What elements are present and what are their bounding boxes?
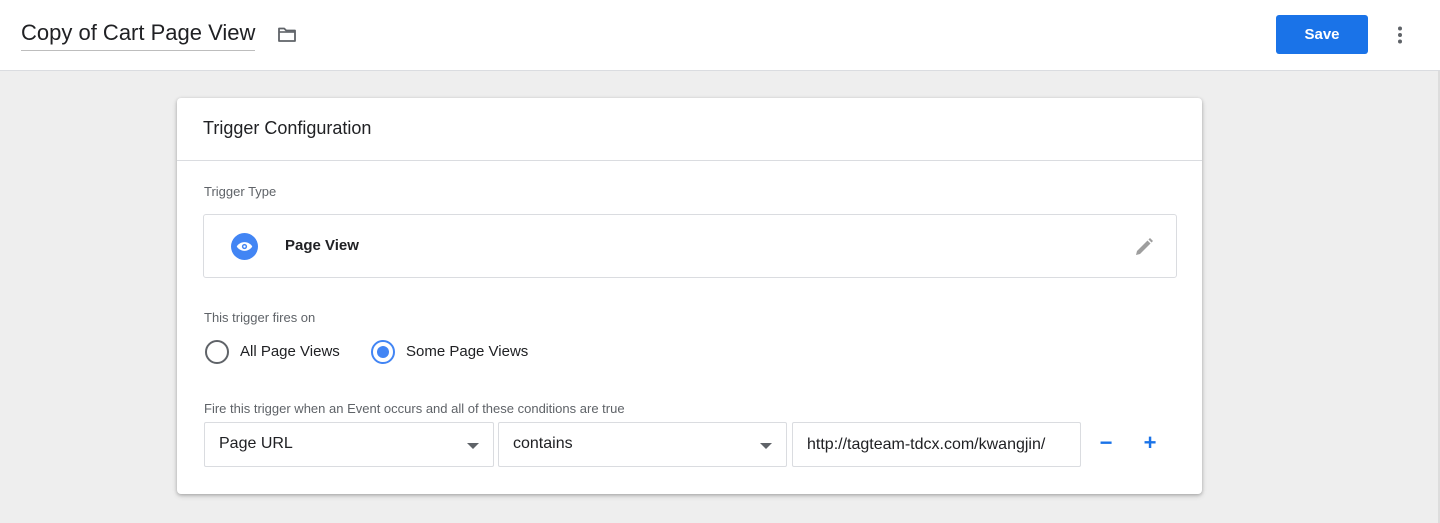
eye-icon bbox=[231, 233, 258, 260]
save-button[interactable]: Save bbox=[1276, 15, 1368, 54]
radio-all-page-views[interactable]: All Page Views bbox=[205, 340, 365, 364]
remove-condition-button[interactable]: − bbox=[1093, 430, 1119, 456]
dropdown-arrow-icon bbox=[760, 443, 772, 449]
fires-on-label: This trigger fires on bbox=[204, 310, 316, 325]
trigger-name-field[interactable]: Copy of Cart Page View bbox=[21, 20, 256, 51]
dropdown-arrow-icon bbox=[467, 443, 479, 449]
conditions-label: Fire this trigger when an Event occurs a… bbox=[204, 401, 625, 416]
radio-some-page-views[interactable]: Some Page Views bbox=[371, 340, 551, 364]
trigger-configuration-card: Trigger Configuration Trigger Type Page … bbox=[177, 98, 1202, 494]
top-bar: Copy of Cart Page View Save bbox=[0, 0, 1440, 71]
variable-select-value: Page URL bbox=[219, 435, 293, 452]
card-header: Trigger Configuration bbox=[177, 98, 1202, 161]
trigger-type-name: Page View bbox=[285, 237, 359, 254]
radio-button[interactable] bbox=[371, 340, 395, 364]
folder-icon[interactable] bbox=[275, 23, 299, 47]
trigger-type-selector[interactable]: Page View bbox=[203, 214, 1177, 278]
value-field[interactable] bbox=[792, 422, 1081, 467]
value-input[interactable] bbox=[793, 423, 1080, 466]
radio-label: Some Page Views bbox=[406, 343, 529, 360]
radio-label: All Page Views bbox=[240, 343, 340, 360]
trigger-type-label: Trigger Type bbox=[204, 184, 277, 199]
variable-select[interactable]: Page URL bbox=[204, 422, 494, 467]
add-condition-button[interactable]: + bbox=[1137, 430, 1163, 456]
radio-button[interactable] bbox=[205, 340, 229, 364]
operator-select-value: contains bbox=[513, 435, 573, 452]
operator-select[interactable]: contains bbox=[498, 422, 787, 467]
card-title: Trigger Configuration bbox=[203, 118, 372, 138]
pencil-icon[interactable] bbox=[1132, 235, 1156, 259]
more-vert-icon[interactable] bbox=[1388, 23, 1412, 47]
